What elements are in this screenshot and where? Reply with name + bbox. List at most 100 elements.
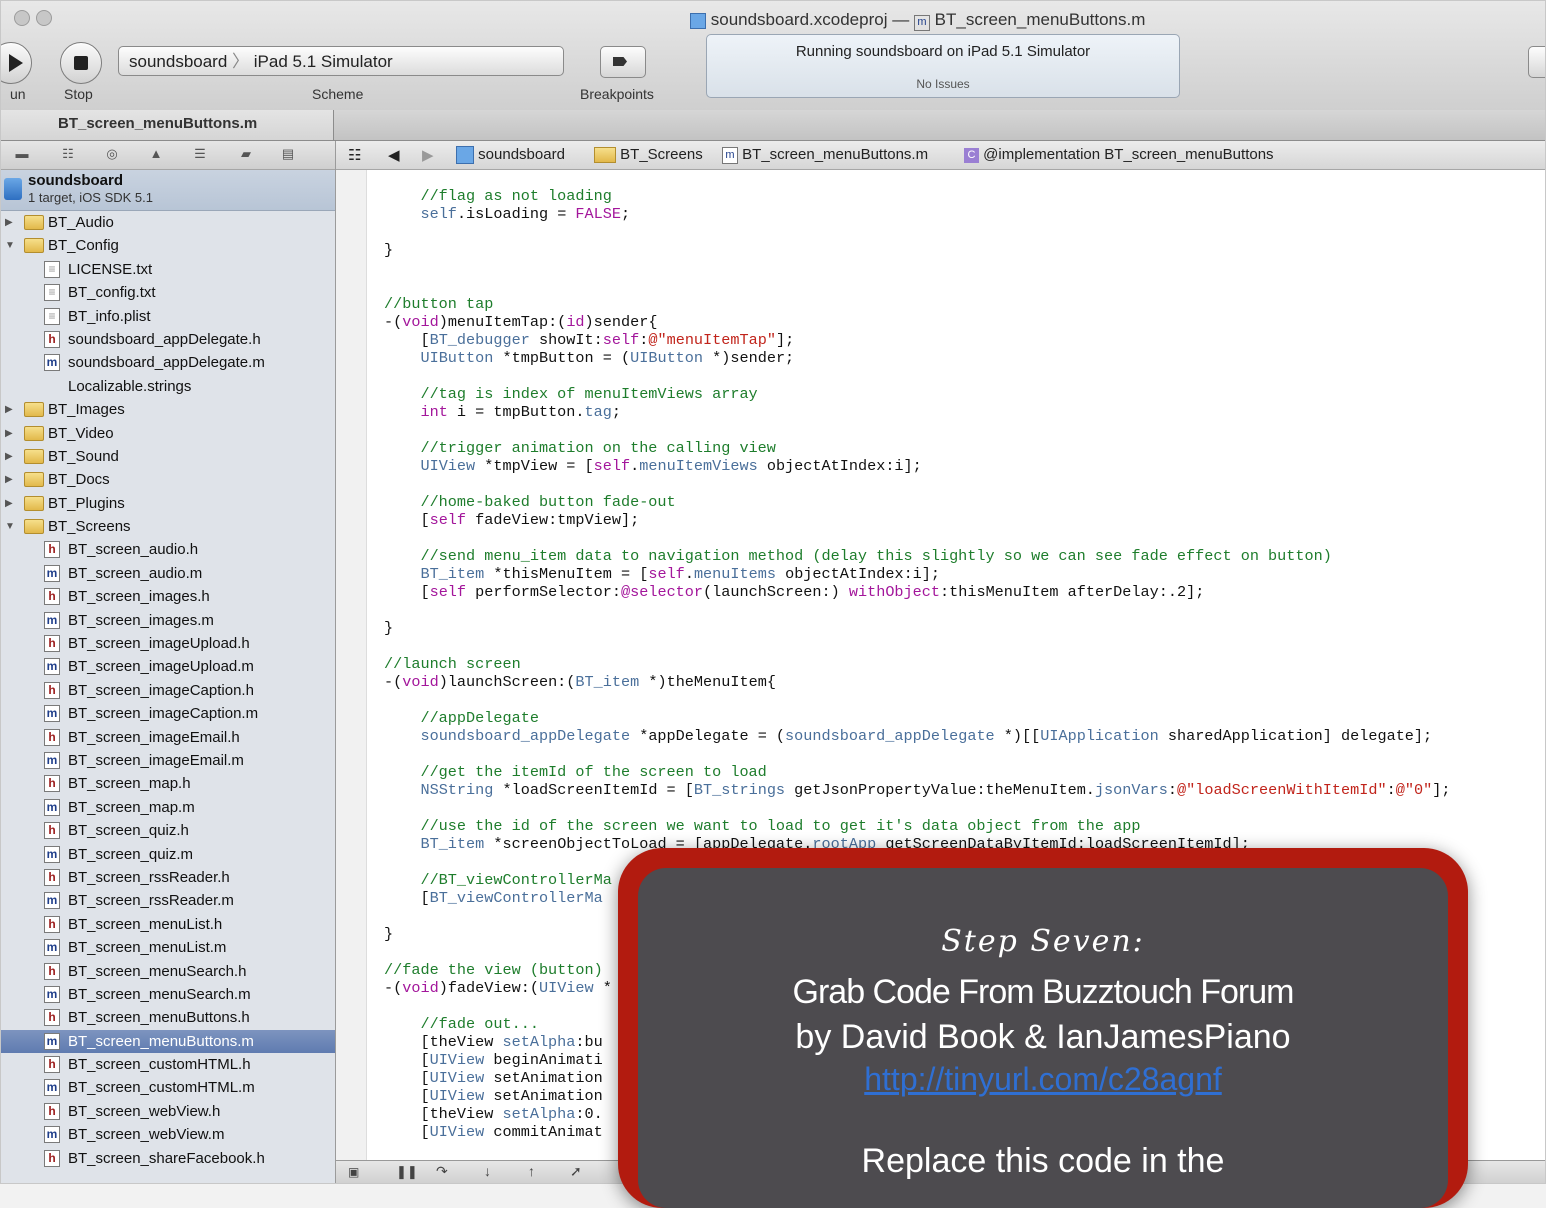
disclosure-closed-icon[interactable]: ▶: [5, 211, 13, 234]
jump-item-file[interactable]: m BT_screen_menuButtons.m: [722, 146, 928, 164]
file-item[interactable]: h BT_screen_imageUpload.h: [0, 632, 335, 655]
file-item[interactable]: h BT_screen_imageEmail.h: [0, 726, 335, 749]
location-icon[interactable]: ➚: [570, 1163, 582, 1180]
file-item[interactable]: h BT_screen_quiz.h: [0, 819, 335, 842]
jump-item-project[interactable]: soundsboard: [456, 146, 565, 165]
file-item[interactable]: m BT_screen_quiz.m: [0, 843, 335, 866]
file-item[interactable]: h BT_screen_imageCaption.h: [0, 679, 335, 702]
folder-icon[interactable]: ▬: [14, 147, 30, 161]
code-line: -(void)menuItemTap:(id)sender{: [384, 313, 1450, 331]
log-icon[interactable]: ▤: [280, 147, 296, 161]
disclosure-closed-icon[interactable]: ▶: [5, 445, 13, 468]
file-item[interactable]: h BT_screen_shareFacebook.h: [0, 1147, 335, 1170]
disclosure-open-icon[interactable]: ▼: [5, 234, 15, 257]
search-icon[interactable]: ◎: [104, 147, 120, 161]
debug-icon[interactable]: ☰: [192, 147, 208, 161]
warning-icon[interactable]: ▲: [148, 147, 164, 161]
file-item[interactable]: m BT_screen_imageCaption.m: [0, 702, 335, 725]
code-line: //button tap: [384, 295, 1450, 313]
callout-link[interactable]: http://tinyurl.com/c28agnf: [638, 1061, 1448, 1098]
folder-icon: [24, 215, 44, 230]
file-item[interactable]: m BT_screen_customHTML.m: [0, 1076, 335, 1099]
code-token: NSString: [420, 781, 494, 799]
header-file-icon: h: [44, 330, 60, 348]
item-label: BT_screen_menuList.h: [68, 915, 223, 933]
file-item[interactable]: m BT_screen_imageEmail.m: [0, 749, 335, 772]
code-line: ​: [384, 601, 1450, 619]
code-token: ];: [1432, 781, 1451, 799]
folder-item[interactable]: ▶ BT_Video: [0, 422, 335, 445]
file-item[interactable]: m BT_screen_webView.m: [0, 1123, 335, 1146]
related-items-icon[interactable]: ☷: [348, 146, 361, 164]
folder-item[interactable]: ▶ BT_Plugins: [0, 492, 335, 515]
file-item[interactable]: m BT_screen_imageUpload.m: [0, 655, 335, 678]
disclosure-open-icon[interactable]: ▼: [5, 515, 15, 538]
file-item[interactable]: m BT_screen_menuList.m: [0, 936, 335, 959]
file-item[interactable]: m BT_screen_map.m: [0, 796, 335, 819]
m-file-icon: m: [44, 939, 60, 957]
pause-icon[interactable]: ❚❚: [396, 1164, 418, 1180]
code-token: .: [684, 565, 694, 583]
file-item[interactable]: Localizable.strings: [0, 375, 335, 398]
step-over-icon[interactable]: ↷: [436, 1163, 448, 1180]
view-toggle-button[interactable]: [1528, 46, 1546, 78]
file-item[interactable]: h BT_screen_audio.h: [0, 538, 335, 561]
file-item[interactable]: ≡ BT_info.plist: [0, 305, 335, 328]
close-window-button[interactable]: [14, 10, 30, 26]
code-line: NSString *loadScreenItemId = [BT_strings…: [384, 781, 1450, 799]
file-item[interactable]: m soundsboard_appDelegate.m: [0, 351, 335, 374]
file-item[interactable]: h BT_screen_menuSearch.h: [0, 960, 335, 983]
disclosure-closed-icon[interactable]: ▶: [5, 422, 13, 445]
step-out-icon[interactable]: ↑: [528, 1163, 535, 1179]
file-item[interactable]: h BT_screen_customHTML.h: [0, 1053, 335, 1076]
stop-button[interactable]: [60, 42, 102, 84]
disclosure-closed-icon[interactable]: ▶: [5, 468, 13, 491]
code-token: BT_item: [575, 673, 640, 691]
folder-item[interactable]: ▶ BT_Docs: [0, 468, 335, 491]
file-item[interactable]: ≡ LICENSE.txt: [0, 258, 335, 281]
file-item[interactable]: m BT_screen_rssReader.m: [0, 889, 335, 912]
folder-item[interactable]: ▼ BT_Screens: [0, 515, 335, 538]
jump-item-folder[interactable]: BT_Screens: [594, 146, 703, 164]
folder-item[interactable]: ▶ BT_Sound: [0, 445, 335, 468]
scheme-popup[interactable]: soundsboard 〉 iPad 5.1 Simulator: [118, 46, 564, 76]
project-icon: [4, 178, 22, 200]
folder-item[interactable]: ▼ BT_Config: [0, 234, 335, 257]
code-token: soundsboard_appDelegate: [785, 727, 995, 745]
breakpoints-button[interactable]: [600, 46, 646, 78]
file-item[interactable]: m BT_screen_images.m: [0, 609, 335, 632]
file-item[interactable]: h soundsboard_appDelegate.h: [0, 328, 335, 351]
breakpoint-nav-icon[interactable]: ▰: [238, 147, 254, 161]
step-in-icon[interactable]: ↓: [484, 1163, 491, 1179]
file-item[interactable]: h BT_screen_webView.h: [0, 1100, 335, 1123]
file-item[interactable]: ≡ BT_config.txt: [0, 281, 335, 304]
disclosure-closed-icon[interactable]: ▶: [5, 492, 13, 515]
folder-item[interactable]: ▶ BT_Audio: [0, 211, 335, 234]
code-token: .: [630, 457, 640, 475]
project-root[interactable]: soundsboard 1 target, iOS SDK 5.1: [0, 170, 335, 211]
folder-item[interactable]: ▶ BT_Images: [0, 398, 335, 421]
m-file-icon: m: [44, 892, 60, 910]
code-token: [: [384, 1123, 430, 1141]
symbol-icon[interactable]: ☷: [60, 147, 76, 161]
disclosure-closed-icon[interactable]: ▶: [5, 398, 13, 421]
file-item[interactable]: m BT_screen_menuButtons.m: [0, 1029, 335, 1054]
back-arrow-icon[interactable]: ◀: [388, 146, 400, 164]
file-item[interactable]: h BT_screen_menuButtons.h: [0, 1006, 335, 1029]
item-label: BT_screen_menuList.m: [68, 939, 227, 957]
file-item[interactable]: m BT_screen_menuSearch.m: [0, 983, 335, 1006]
file-item[interactable]: m BT_screen_audio.m: [0, 562, 335, 585]
file-item[interactable]: h BT_screen_menuList.h: [0, 913, 335, 936]
hide-debug-icon[interactable]: ▣: [348, 1165, 359, 1179]
forward-arrow-icon[interactable]: ▶: [422, 146, 434, 164]
item-label: BT_screen_map.h: [68, 775, 191, 793]
minimize-window-button[interactable]: [36, 10, 52, 26]
file-item[interactable]: h BT_screen_rssReader.h: [0, 866, 335, 889]
tab-menubuttons[interactable]: BT_screen_menuButtons.m: [0, 110, 334, 140]
run-button[interactable]: [0, 42, 32, 84]
file-item[interactable]: h BT_screen_images.h: [0, 585, 335, 608]
file-item[interactable]: h BT_screen_map.h: [0, 772, 335, 795]
code-token: //fade out...: [384, 1015, 539, 1033]
code-token: int: [420, 403, 448, 421]
jump-item-symbol[interactable]: C @implementation BT_screen_menuButtons: [964, 146, 1274, 163]
